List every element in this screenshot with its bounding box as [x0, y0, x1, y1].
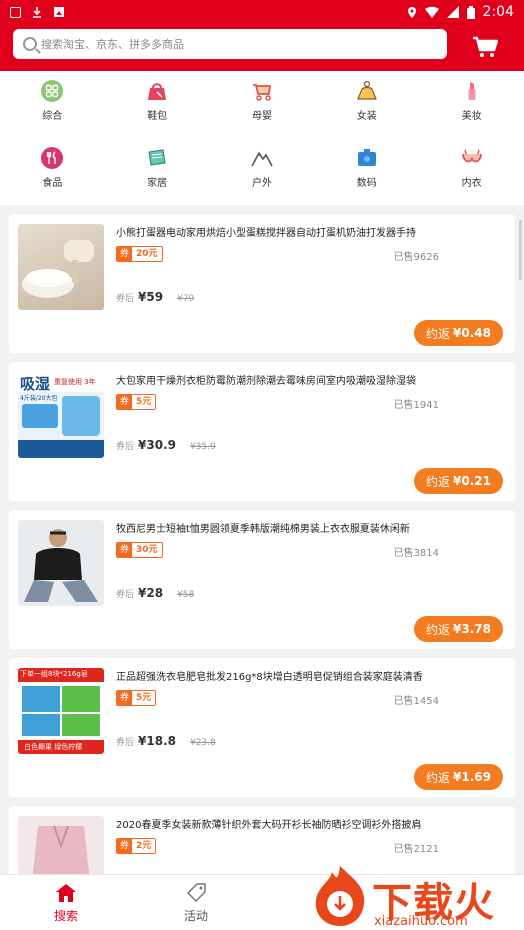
- rebate-button[interactable]: 约返 ¥0.48: [414, 320, 503, 346]
- coupon-badge: 券 20元: [116, 246, 163, 262]
- category-womens[interactable]: 女装: [314, 71, 419, 138]
- original-price: ¥58: [177, 590, 195, 600]
- price: ¥59: [138, 290, 164, 304]
- category-baby[interactable]: 母婴: [210, 71, 315, 138]
- category-label: 数码: [356, 178, 377, 189]
- category-label: 鞋包: [147, 111, 168, 122]
- category-shoes-bags[interactable]: 鞋包: [105, 71, 210, 138]
- search-input[interactable]: 搜索淘宝、京东、拼多多商品: [13, 29, 447, 59]
- price-row: 券后 ¥59 ¥79: [116, 290, 195, 304]
- search-placeholder: 搜索淘宝、京东、拼多多商品: [41, 38, 184, 51]
- category-label: 综合: [42, 111, 63, 122]
- price-row: 券后 ¥18.8 ¥23.8: [116, 734, 216, 748]
- category-food[interactable]: 食品: [0, 138, 105, 205]
- bag-icon: [148, 83, 167, 100]
- price: ¥30.9: [138, 438, 176, 452]
- home-goods-icon: [148, 149, 166, 166]
- category-all[interactable]: 综合: [0, 71, 105, 138]
- product-title: 正品超强洗衣皂肥皂批发216g*8块增白透明皂促销组合装家庭装清香: [116, 672, 423, 683]
- search-icon: [23, 37, 37, 51]
- category-label: 食品: [42, 178, 63, 189]
- thumb-text: 吸湿: [20, 375, 51, 393]
- coupon-badge: 券 5元: [116, 690, 157, 706]
- scrollbar[interactable]: [519, 220, 522, 280]
- category-label: 母婴: [251, 111, 272, 122]
- flame-logo-icon: [315, 866, 365, 926]
- category-home[interactable]: 家居: [105, 138, 210, 205]
- product-card[interactable]: 小熊打蛋器电动家用烘焙小型蛋糕搅拌器自动打蛋机奶油打发器手持 券 20元 已售96…: [9, 214, 515, 353]
- sold-count: 已售9626: [393, 252, 439, 263]
- home-icon: [56, 884, 76, 902]
- image-icon: [54, 7, 64, 17]
- signal-icon: [446, 6, 459, 18]
- product-card[interactable]: 吸湿 重复使用 3年 4斤装/20大包 大包家用干燥剂衣柜防霉防潮剂除潮去霉味房…: [9, 362, 515, 501]
- product-title: 小熊打蛋器电动家用烘焙小型蛋糕搅拌器自动打蛋机奶油打发器手持: [116, 228, 416, 239]
- original-price: ¥35.9: [189, 442, 216, 452]
- category-outdoor[interactable]: 户外: [210, 138, 315, 205]
- category-grid: 综合 鞋包 母婴 女装 美妆 食品 家居 户外 数码 内衣: [0, 71, 524, 205]
- category-label: 美妆: [461, 111, 482, 122]
- download-icon: [33, 7, 41, 18]
- nav-search[interactable]: 搜索: [36, 883, 96, 924]
- coupon-badge: 券 5元: [116, 394, 157, 410]
- original-price: ¥79: [177, 294, 195, 304]
- original-price: ¥23.8: [189, 738, 216, 748]
- sold-count: 已售1454: [393, 696, 439, 707]
- product-image: [18, 520, 104, 606]
- price-row: 券后 ¥30.9 ¥35.9: [116, 438, 216, 452]
- category-label: 家居: [147, 178, 168, 189]
- lipstick-icon: [468, 82, 476, 100]
- watermark: 下载火 xiazaihuo.com: [310, 862, 524, 930]
- notification-icon: [10, 6, 21, 18]
- category-digital[interactable]: 数码: [314, 138, 419, 205]
- product-image: 下单一组8块*216g皂 白色椰果 绿色柠檬: [18, 668, 104, 754]
- product-title: 2020春夏季女装新款薄针织外套大码开衫长袖防晒衫空调衫外搭披肩: [116, 820, 422, 831]
- location-icon: [407, 6, 416, 18]
- product-title: 牧西尼男士短袖t恤男圆领夏季韩版潮纯棉男装上衣衣服夏装休闲新: [116, 524, 410, 535]
- sold-count: 已售2121: [393, 844, 439, 855]
- sold-count: 已售3814: [393, 548, 439, 559]
- battery-icon: [466, 5, 475, 19]
- rebate-button[interactable]: 约返 ¥1.69: [414, 764, 503, 790]
- product-image: 吸湿 重复使用 3年 4斤装/20大包: [18, 372, 104, 458]
- product-card[interactable]: 牧西尼男士短袖t恤男圆领夏季韩版潮纯棉男装上衣衣服夏装休闲新 券 30元 已售38…: [9, 510, 515, 649]
- sold-count: 已售1941: [393, 400, 439, 411]
- coupon-badge: 券 2元: [116, 838, 157, 854]
- mountain-icon: [251, 151, 273, 167]
- coupon-badge: 券 30元: [116, 542, 163, 558]
- status-time: 2:04: [482, 4, 514, 20]
- fork-knife-icon: [41, 147, 64, 169]
- tag-icon: [186, 883, 206, 903]
- wifi-icon: [424, 6, 439, 18]
- dress-icon: [356, 80, 377, 100]
- grid-icon: [41, 80, 64, 102]
- header: 搜索淘宝、京东、拼多多商品: [0, 24, 524, 71]
- category-label: 女装: [356, 111, 377, 122]
- cart-icon[interactable]: [472, 36, 498, 58]
- status-bar: 2:04: [0, 0, 524, 24]
- nav-activity[interactable]: 活动: [166, 883, 226, 924]
- price: ¥28: [138, 586, 164, 600]
- category-makeup[interactable]: 美妆: [419, 71, 524, 138]
- rebate-button[interactable]: 约返 ¥0.21: [414, 468, 503, 494]
- product-title: 大包家用干燥剂衣柜防霉防潮剂除潮去霉味房间室内吸潮吸湿除湿袋: [116, 376, 416, 387]
- category-underwear[interactable]: 内衣: [419, 138, 524, 205]
- stroller-icon: [252, 84, 272, 101]
- digital-icon: [357, 149, 376, 166]
- price: ¥18.8: [138, 734, 176, 748]
- price-row: 券后 ¥28 ¥58: [116, 586, 195, 600]
- category-label: 户外: [251, 178, 272, 189]
- thumb-text: 下单一组8块*216g皂: [20, 670, 88, 678]
- product-card[interactable]: 下单一组8块*216g皂 白色椰果 绿色柠檬 正品超强洗衣皂肥皂批发216g*8…: [9, 658, 515, 797]
- product-image: [18, 224, 104, 310]
- category-label: 内衣: [461, 178, 482, 189]
- rebate-button[interactable]: 约返 ¥3.78: [414, 616, 503, 642]
- bra-icon: [461, 149, 482, 163]
